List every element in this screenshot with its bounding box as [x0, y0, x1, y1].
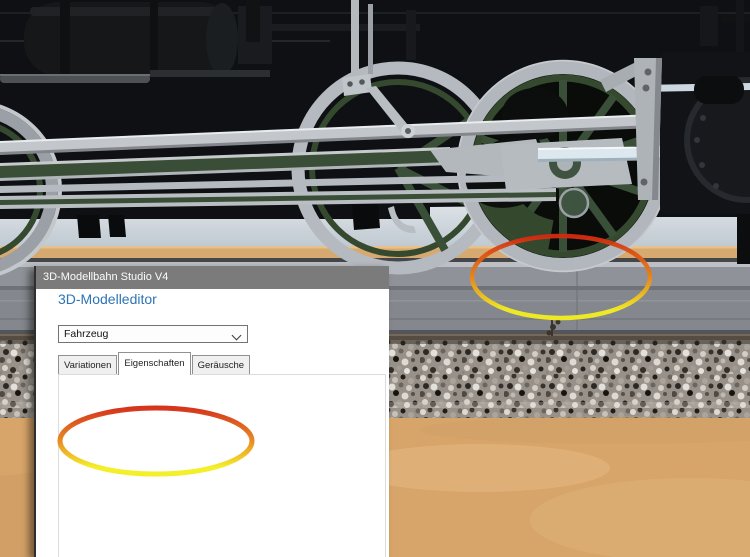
tab-eigenschaften[interactable]: Eigenschaften — [118, 352, 191, 375]
tab-bar: Variationen Eigenschaften Geräusche — [58, 352, 251, 375]
tab-panel — [58, 374, 386, 557]
model-editor-dialog: 3D-Modellbahn Studio V4 3D-Modelleditor … — [34, 266, 389, 557]
page-title: 3D-Modelleditor — [58, 291, 157, 307]
model-type-select[interactable]: Fahrzeug — [58, 325, 248, 343]
model-type-value: Fahrzeug — [64, 328, 109, 340]
tab-geraeusche[interactable]: Geräusche — [191, 355, 251, 375]
tab-variationen[interactable]: Variationen — [58, 355, 118, 375]
dialog-title: 3D-Modellbahn Studio V4 — [43, 271, 169, 283]
dialog-titlebar[interactable]: 3D-Modellbahn Studio V4 — [36, 266, 389, 289]
chevron-down-icon — [231, 330, 242, 341]
app-screenshot: 3D-Modellbahn Studio V4 3D-Modelleditor … — [0, 0, 750, 557]
